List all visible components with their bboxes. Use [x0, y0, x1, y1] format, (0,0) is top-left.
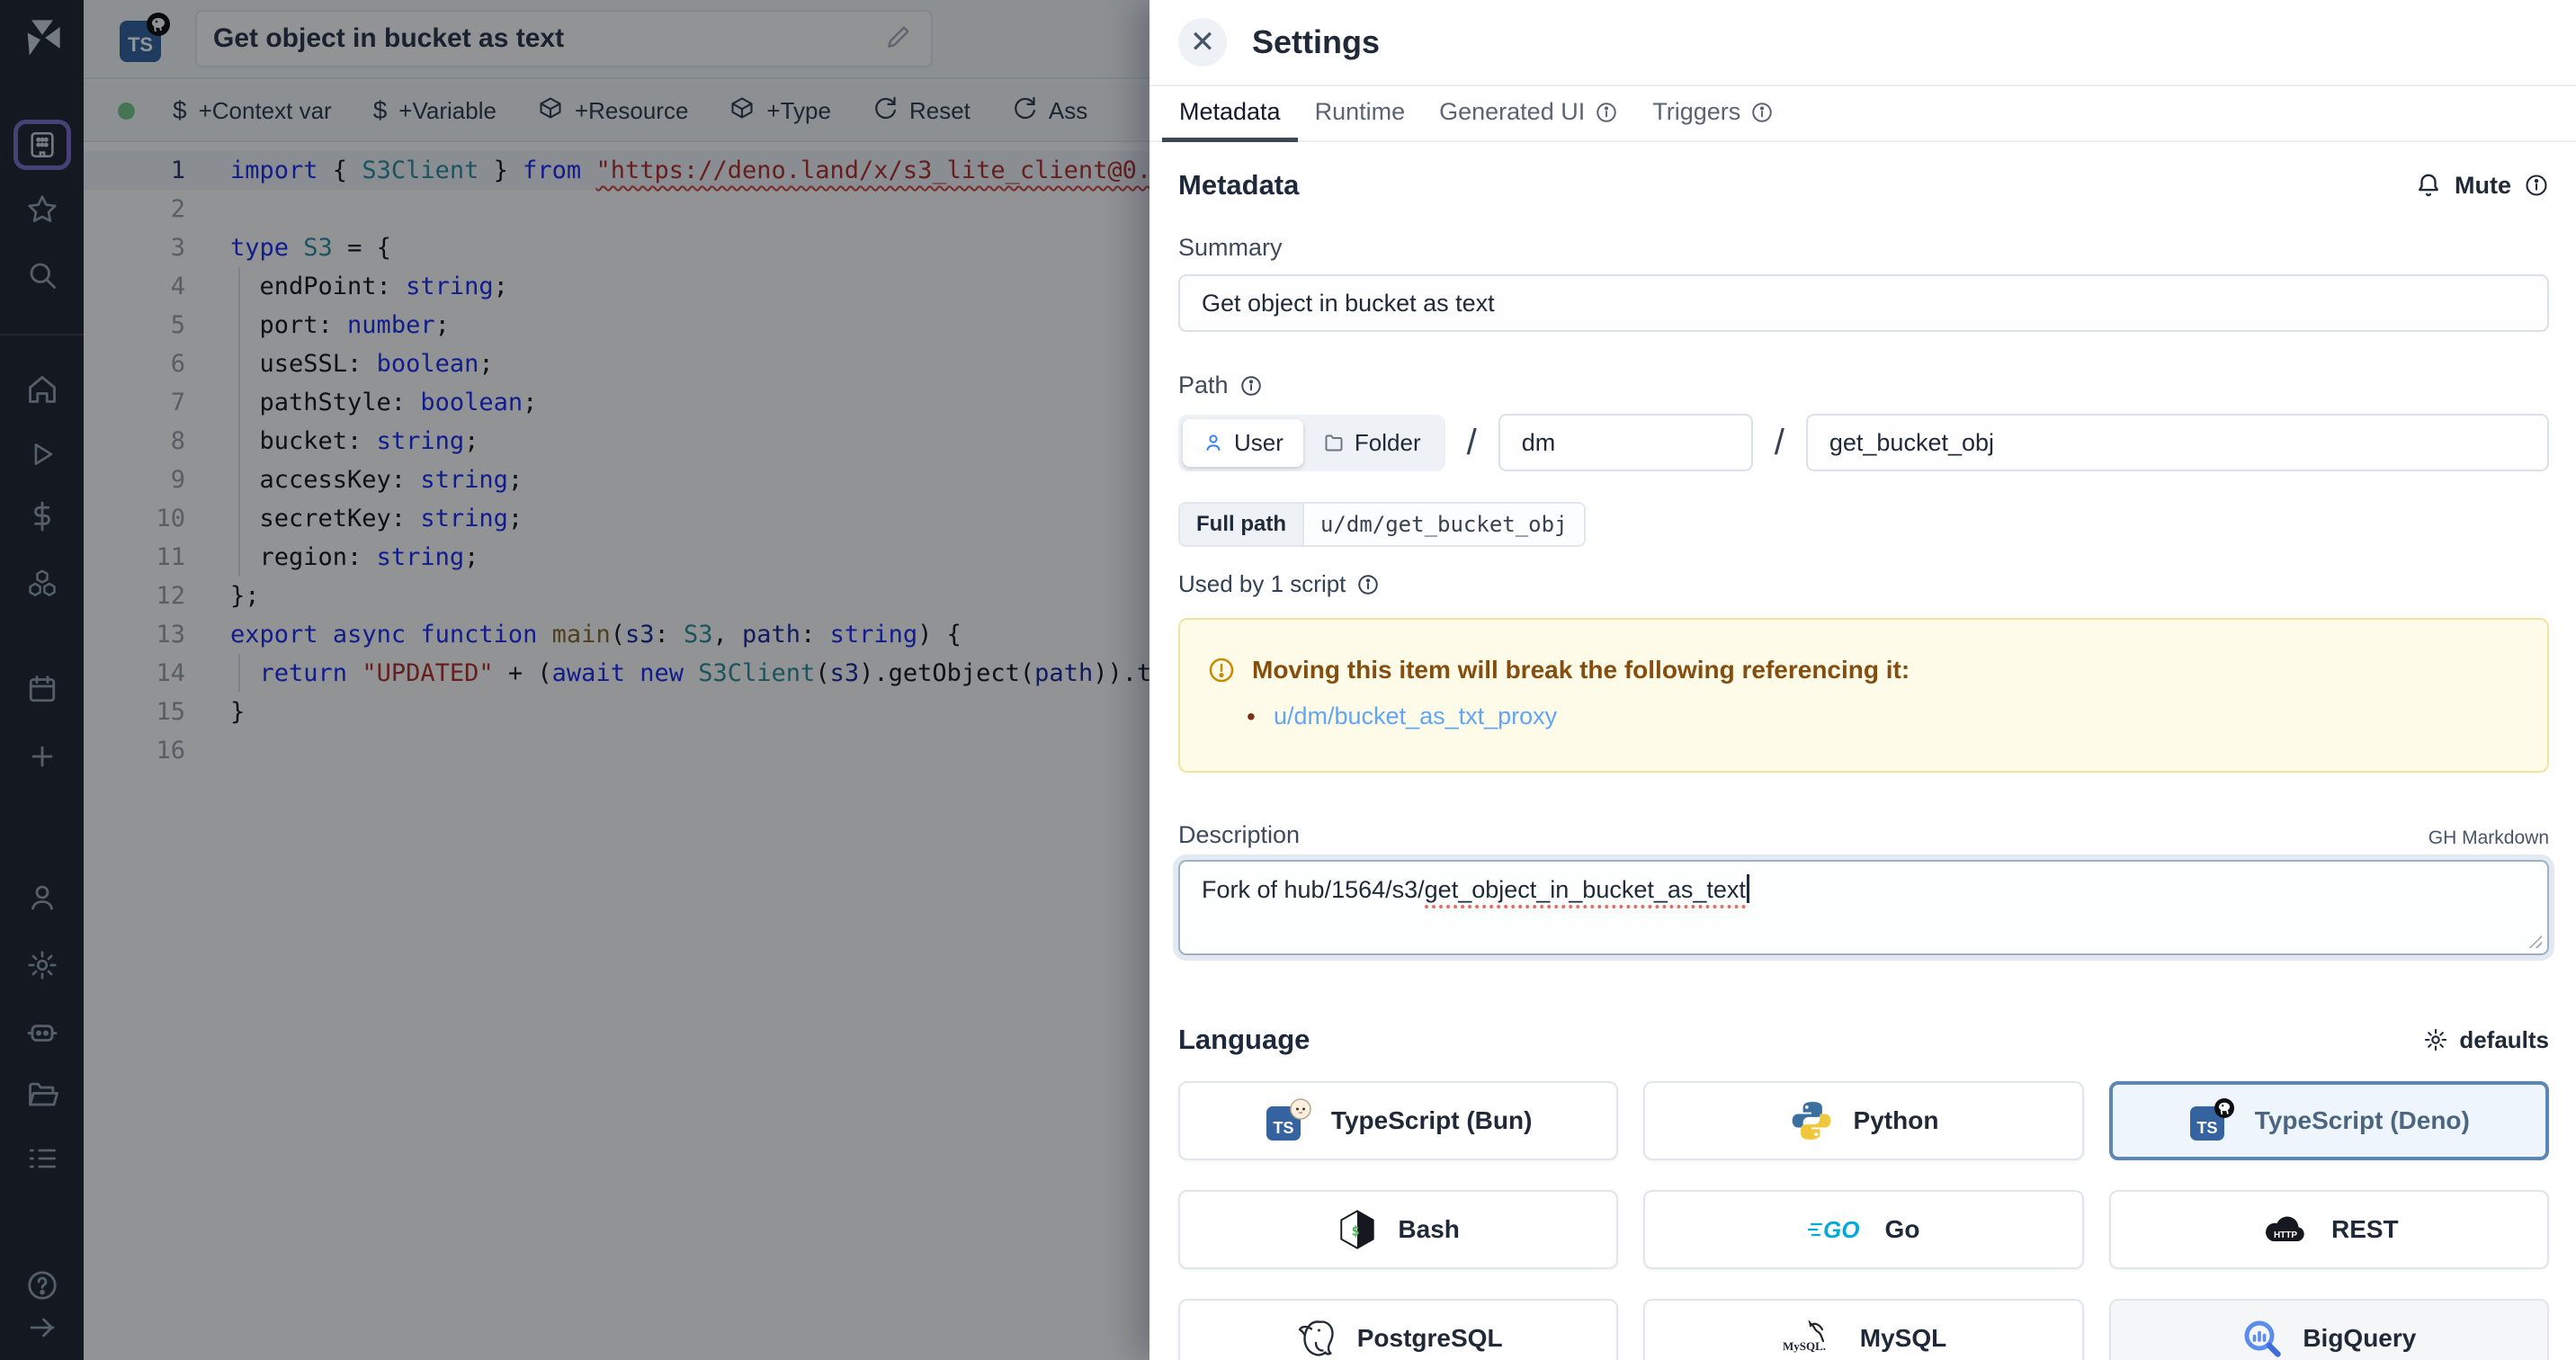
- svg-text:MySQL.: MySQL.: [1783, 1339, 1826, 1353]
- warning-list-item: u/dm/bucket_as_txt_proxy: [1247, 702, 2520, 730]
- postgresql-icon: [1294, 1317, 1337, 1360]
- path-separator: /: [1775, 423, 1784, 463]
- settings-body: Metadata Mute Summary Path: [1149, 142, 2576, 1360]
- spellcheck-flagged-text: get_object_in_bucket_as_text: [1425, 876, 1746, 908]
- info-icon[interactable]: [2524, 173, 2549, 198]
- language-option-deno[interactable]: TS TypeScript (Deno): [2109, 1081, 2549, 1160]
- markdown-hint: GH Markdown: [2428, 828, 2549, 849]
- full-path-value: u/dm/get_bucket_obj: [1302, 504, 1584, 545]
- info-icon[interactable]: [1356, 573, 1380, 596]
- referencing-script-link[interactable]: u/dm/bucket_as_txt_proxy: [1274, 702, 1557, 729]
- language-option-label: MySQL: [1860, 1324, 1946, 1353]
- mute-control[interactable]: Mute: [2415, 172, 2549, 200]
- language-option-go[interactable]: GO Go: [1643, 1190, 2083, 1269]
- settings-panel: ✕ Settings Metadata Runtime Generated UI…: [1149, 0, 2576, 1360]
- language-option-bun[interactable]: TS TypeScript (Bun): [1178, 1081, 1618, 1160]
- owner-kind-toggle: User Folder: [1178, 415, 1445, 471]
- language-option-label: TypeScript (Bun): [1331, 1106, 1532, 1135]
- language-option-mysql[interactable]: MySQL. MySQL: [1643, 1299, 2083, 1360]
- python-icon: [1789, 1098, 1834, 1143]
- path-label: Path: [1178, 371, 1229, 399]
- language-option-bigquery[interactable]: BigQuery: [2109, 1299, 2549, 1360]
- language-option-label: TypeScript (Deno): [2255, 1106, 2470, 1135]
- language-option-bash[interactable]: $ Bash: [1178, 1190, 1618, 1269]
- description-textarea[interactable]: Fork of hub/1564/s3/get_object_in_bucket…: [1178, 860, 2549, 955]
- bun-icon: TS: [1265, 1097, 1311, 1144]
- bigquery-icon: [2241, 1318, 2283, 1359]
- path-separator: /: [1467, 423, 1477, 463]
- mute-label: Mute: [2455, 172, 2511, 200]
- settings-tabs: Metadata Runtime Generated UI Triggers: [1149, 86, 2576, 142]
- description-label: Description: [1178, 821, 1300, 849]
- tab-triggers[interactable]: Triggers: [1635, 86, 1791, 142]
- language-option-postgresql[interactable]: PostgreSQL: [1178, 1299, 1618, 1360]
- owner-user-option[interactable]: User: [1183, 419, 1303, 467]
- language-grid: TS TypeScript (Bun) Python TS TypeScript (De…: [1178, 1081, 2549, 1360]
- info-icon: [1595, 101, 1618, 124]
- svg-text:$: $: [1352, 1223, 1360, 1239]
- tab-generated-ui[interactable]: Generated UI: [1422, 86, 1635, 142]
- go-icon: GO: [1808, 1214, 1865, 1245]
- tab-runtime[interactable]: Runtime: [1298, 86, 1423, 142]
- bash-icon: $: [1337, 1209, 1378, 1250]
- warning-title: Moving this item will break the followin…: [1252, 656, 1910, 684]
- info-icon[interactable]: [1239, 374, 1263, 398]
- language-heading: Language: [1178, 1024, 1310, 1056]
- mysql-icon: MySQL.: [1781, 1320, 1840, 1356]
- used-by-text: Used by 1 script: [1178, 570, 1346, 598]
- full-path-badge: Full path u/dm/get_bucket_obj: [1178, 502, 1586, 547]
- language-option-label: PostgreSQL: [1357, 1324, 1503, 1353]
- svg-text:TS: TS: [2196, 1119, 2217, 1137]
- language-option-label: Go: [1885, 1215, 1920, 1244]
- warning-icon: [1207, 656, 1236, 684]
- close-icon[interactable]: ✕: [1178, 18, 1227, 67]
- app-window: TS Get object in bucket as text $ +Conte…: [0, 0, 2576, 1360]
- rest-icon: HTTP: [2259, 1212, 2312, 1248]
- deno-icon: TS: [2188, 1097, 2235, 1144]
- svg-text:HTTP: HTTP: [2274, 1230, 2297, 1240]
- summary-label: Summary: [1178, 234, 2549, 262]
- owner-folder-option[interactable]: Folder: [1303, 419, 1441, 467]
- summary-input[interactable]: [1178, 274, 2549, 332]
- full-path-label: Full path: [1180, 504, 1302, 545]
- move-warning-banner: Moving this item will break the followin…: [1178, 618, 2549, 773]
- gear-icon: [2423, 1027, 2448, 1052]
- language-option-python[interactable]: Python: [1643, 1081, 2083, 1160]
- user-icon: [1203, 432, 1224, 453]
- language-defaults-button[interactable]: defaults: [2423, 1026, 2549, 1054]
- settings-title: Settings: [1252, 23, 1380, 61]
- language-option-label: Python: [1854, 1106, 1939, 1135]
- tab-metadata[interactable]: Metadata: [1162, 86, 1298, 142]
- metadata-heading: Metadata: [1178, 169, 1299, 201]
- resize-handle[interactable]: [2527, 934, 2542, 948]
- folder-icon: [1323, 432, 1345, 453]
- info-icon: [1750, 101, 1774, 124]
- language-option-label: Bash: [1398, 1215, 1459, 1244]
- language-option-rest[interactable]: HTTP REST: [2109, 1190, 2549, 1269]
- settings-header: ✕ Settings: [1149, 0, 2576, 86]
- svg-text:GO: GO: [1823, 1216, 1859, 1243]
- language-option-label: BigQuery: [2303, 1324, 2416, 1353]
- language-option-label: REST: [2331, 1215, 2399, 1244]
- text-caret: [1747, 874, 1749, 903]
- svg-text:TS: TS: [1273, 1119, 1293, 1137]
- path-owner-input[interactable]: [1498, 414, 1753, 471]
- path-name-input[interactable]: [1806, 414, 2549, 471]
- bell-icon: [2415, 172, 2442, 199]
